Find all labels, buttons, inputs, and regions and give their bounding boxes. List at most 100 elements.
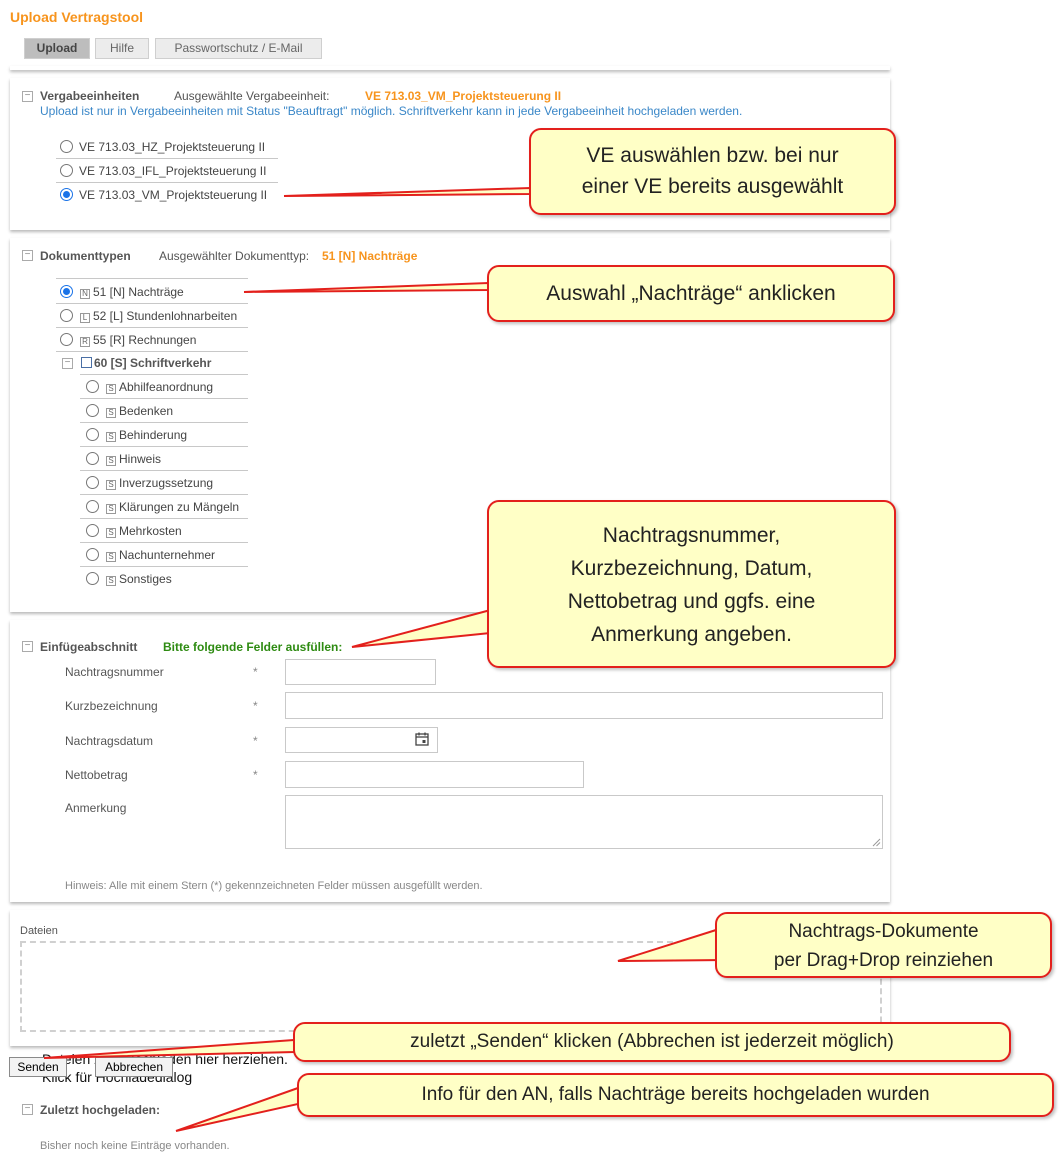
- callout-dokumente: Nachtrags-Dokumente per Drag+Drop reinzi…: [715, 912, 1052, 978]
- dok-option[interactable]: N 51 [N] Nachträge: [80, 285, 184, 299]
- required-hint: Hinweis: Alle mit einem Stern (*) gekenn…: [65, 880, 483, 892]
- option-divider: [56, 303, 248, 304]
- field-label-nachtragsnummer: Nachtragsnummer: [65, 665, 164, 679]
- vergabe-selected-value: VE 713.03_VM_Projektsteuerung II: [365, 89, 562, 103]
- type-badge: S: [106, 384, 116, 394]
- anmerkung-textarea[interactable]: [285, 795, 883, 849]
- schriftverkehr-radio[interactable]: [86, 500, 99, 513]
- tab-upload[interactable]: Upload: [24, 38, 90, 59]
- tab-hilfe[interactable]: Hilfe: [95, 38, 149, 59]
- dok-radio-stundenlohn[interactable]: [60, 309, 73, 322]
- required-star: *: [253, 665, 258, 679]
- calendar-icon[interactable]: [414, 731, 430, 747]
- option-divider: [56, 182, 278, 183]
- dok-radio-nachtraege[interactable]: [60, 285, 73, 298]
- doktypen-title: Dokumenttypen: [40, 249, 131, 263]
- schriftverkehr-radio[interactable]: [86, 548, 99, 561]
- abbrechen-button[interactable]: Abbrechen: [95, 1057, 173, 1077]
- vergabe-note: Upload ist nur in Vergabeeinheiten mit S…: [40, 104, 743, 118]
- schriftverkehr-option[interactable]: S Mehrkosten: [106, 524, 182, 538]
- dateien-label: Dateien: [20, 925, 58, 937]
- ve-option-label[interactable]: VE 713.03_HZ_Projektsteuerung II: [79, 140, 265, 154]
- vergabe-title: Vergabeeinheiten: [40, 89, 140, 103]
- schriftverkehr-radio[interactable]: [86, 524, 99, 537]
- einfuege-instruction: Bitte folgende Felder ausfüllen:: [163, 640, 343, 654]
- leader-info: [175, 1086, 299, 1132]
- ve-option-label[interactable]: VE 713.03_VM_Projektsteuerung II: [79, 188, 267, 202]
- schriftverkehr-option-label: Mehrkosten: [119, 524, 182, 538]
- schriftverkehr-option-label: Abhilfeanordnung: [119, 380, 214, 394]
- type-badge: N: [80, 289, 90, 299]
- schriftverkehr-option[interactable]: S Abhilfeanordnung: [106, 380, 213, 394]
- nettobetrag-input[interactable]: [285, 761, 584, 788]
- option-divider: [80, 518, 248, 519]
- option-divider: [80, 542, 248, 543]
- schriftverkehr-radio[interactable]: [86, 452, 99, 465]
- schriftverkehr-option-label: Inverzugssetzung: [119, 476, 214, 490]
- ve-radio-hz[interactable]: [60, 140, 73, 153]
- einfuege-title: Einfügeabschnitt: [40, 640, 138, 654]
- vergabe-collapse-toggle[interactable]: −: [22, 91, 33, 102]
- zuletzt-title: Zuletzt hochgeladen:: [40, 1103, 160, 1117]
- ve-radio-vm[interactable]: [60, 188, 73, 201]
- callout-ve: VE auswählen bzw. bei nur einer VE berei…: [529, 128, 896, 215]
- schriftverkehr-radio[interactable]: [86, 572, 99, 585]
- option-divider: [56, 158, 278, 159]
- schriftverkehr-option[interactable]: S Sonstiges: [106, 572, 172, 586]
- einfuege-collapse-toggle[interactable]: −: [22, 641, 33, 652]
- schriftverkehr-group[interactable]: 60 [S] Schriftverkehr: [81, 356, 211, 370]
- required-star: *: [253, 734, 258, 748]
- callout-felder-line1: Nachtragsnummer,: [602, 524, 781, 547]
- schriftverkehr-option[interactable]: S Nachunternehmer: [106, 548, 215, 562]
- type-badge: S: [106, 576, 116, 586]
- callout-senden: zuletzt „Senden“ klicken (Abbrechen ist …: [293, 1022, 1011, 1062]
- dok-radio-rechnungen[interactable]: [60, 333, 73, 346]
- senden-button[interactable]: Senden: [9, 1057, 67, 1077]
- dok-option-label: 51 [N] Nachträge: [93, 285, 184, 299]
- callout-ve-line2: einer VE bereits ausgewählt: [581, 175, 844, 198]
- schriftverkehr-radio[interactable]: [86, 428, 99, 441]
- schriftverkehr-option[interactable]: S Klärungen zu Mängeln: [106, 500, 239, 514]
- ve-radio-ifl[interactable]: [60, 164, 73, 177]
- callout-info: Info für den AN, falls Nachträge bereits…: [297, 1073, 1054, 1117]
- callout-ve-line1: VE auswählen bzw. bei nur: [586, 144, 839, 167]
- nachtragsnummer-input[interactable]: [285, 659, 436, 685]
- kurzbezeichnung-input[interactable]: [285, 692, 883, 719]
- schriftverkehr-option[interactable]: S Bedenken: [106, 404, 173, 418]
- callout-felder-line3: Nettobetrag und ggfs. eine: [567, 590, 816, 613]
- type-badge: S: [106, 504, 116, 514]
- schriftverkehr-option[interactable]: S Hinweis: [106, 452, 161, 466]
- type-badge: R: [80, 337, 90, 347]
- option-divider: [56, 327, 248, 328]
- dok-option-label: 55 [R] Rechnungen: [93, 333, 197, 347]
- schriftverkehr-option[interactable]: S Inverzugssetzung: [106, 476, 213, 490]
- option-divider: [80, 374, 248, 375]
- schriftverkehr-radio[interactable]: [86, 476, 99, 489]
- callout-felder-line4: Anmerkung angeben.: [591, 623, 792, 646]
- field-label-anmerkung: Anmerkung: [65, 801, 127, 815]
- ve-option-label[interactable]: VE 713.03_IFL_Projektsteuerung II: [79, 164, 266, 178]
- callout-nachtraege: Auswahl „Nachträge“ anklicken: [487, 265, 895, 322]
- dok-option[interactable]: R 55 [R] Rechnungen: [80, 333, 196, 347]
- option-divider: [80, 566, 248, 567]
- group-checkbox-icon: [81, 357, 92, 368]
- tab-passwortschutz[interactable]: Passwortschutz / E-Mail: [155, 38, 322, 59]
- callout-felder-line2: Kurzbezeichnung, Datum,: [570, 557, 813, 580]
- zuletzt-collapse-toggle[interactable]: −: [22, 1104, 33, 1115]
- option-divider: [80, 470, 248, 471]
- schriftverkehr-option[interactable]: S Behinderung: [106, 428, 187, 442]
- schriftverkehr-radio[interactable]: [86, 404, 99, 417]
- schriftverkehr-option-label: Behinderung: [119, 428, 188, 442]
- type-badge: S: [106, 456, 116, 466]
- doktypen-collapse-toggle[interactable]: −: [22, 250, 33, 261]
- schriftverkehr-option-label: Klärungen zu Mängeln: [119, 500, 240, 514]
- schriftverkehr-radio[interactable]: [86, 380, 99, 393]
- type-badge: L: [80, 313, 90, 323]
- type-badge: S: [106, 552, 116, 562]
- dok-option[interactable]: L 52 [L] Stundenlohnarbeiten: [80, 309, 237, 323]
- schriftverkehr-collapse-toggle[interactable]: −: [62, 358, 73, 369]
- resize-grip-icon[interactable]: [872, 838, 881, 847]
- required-star: *: [253, 699, 258, 713]
- option-divider: [80, 446, 248, 447]
- dok-option-label: 52 [L] Stundenlohnarbeiten: [93, 309, 238, 323]
